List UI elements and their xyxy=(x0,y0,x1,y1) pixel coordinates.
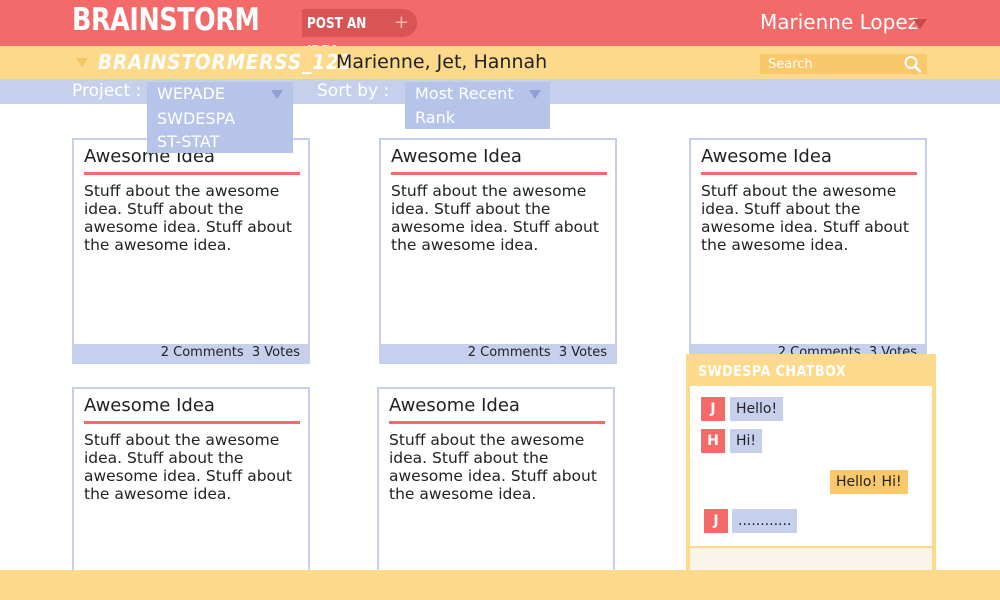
chat-input[interactable] xyxy=(690,546,932,570)
chat-message: Hello! xyxy=(730,397,784,421)
idea-footer: 2 Comments 3 Votes xyxy=(74,344,308,362)
project-option[interactable]: ST-STAT xyxy=(147,131,293,153)
app-logo[interactable]: BRAINSTORM xyxy=(72,2,260,38)
project-dropdown[interactable]: WEPADE SWDESPA ST-STAT xyxy=(147,82,293,153)
chat-message: ............ xyxy=(732,509,798,533)
idea-title[interactable]: Awesome Idea xyxy=(391,146,522,167)
search-input[interactable] xyxy=(760,54,900,74)
sort-label: Sort by : xyxy=(317,81,390,101)
votes-count[interactable]: 3 Votes xyxy=(252,345,300,360)
group-dropdown-caret-icon[interactable] xyxy=(76,58,88,67)
idea-body: Stuff about the awesome idea. Stuff abou… xyxy=(701,182,909,254)
sort-dropdown[interactable]: Most Recent Rank xyxy=(405,82,550,129)
group-members: Marienne, Jet, Hannah xyxy=(336,51,548,73)
group-bar: BRAINSTORMERSS_123 Marienne, Jet, Hannah xyxy=(0,46,1000,79)
project-label: Project : xyxy=(72,81,142,101)
idea-card[interactable]: Awesome Idea Stuff about the awesome ide… xyxy=(379,138,617,364)
title-divider xyxy=(84,172,300,175)
plus-icon: + xyxy=(393,12,409,33)
post-idea-button[interactable]: POST AN IDEA + xyxy=(302,9,417,60)
idea-body: Stuff about the awesome idea. Stuff abou… xyxy=(389,431,597,503)
title-divider xyxy=(389,421,605,424)
title-divider xyxy=(391,172,607,175)
avatar: J xyxy=(704,509,728,533)
chat-message-own: Hello! Hi! xyxy=(830,470,908,494)
top-header-bar: BRAINSTORM POST AN IDEA + Marienne Lopez xyxy=(0,0,1000,60)
chevron-down-icon[interactable] xyxy=(529,90,541,99)
sort-option[interactable]: Rank xyxy=(405,107,550,129)
avatar: J xyxy=(701,397,725,421)
idea-body: Stuff about the awesome idea. Stuff abou… xyxy=(84,182,292,254)
chatbox: SWDESPA CHATBOX J Hello! H Hi! Hello! Hi… xyxy=(686,354,936,570)
idea-footer: 2 Comments 3 Votes xyxy=(381,344,615,362)
user-menu-caret-icon[interactable] xyxy=(913,19,927,29)
idea-body: Stuff about the awesome idea. Stuff abou… xyxy=(391,182,599,254)
avatar: H xyxy=(701,429,725,453)
idea-title[interactable]: Awesome Idea xyxy=(389,395,520,416)
idea-card[interactable]: Awesome Idea Stuff about the awesome ide… xyxy=(689,138,927,364)
search-icon[interactable] xyxy=(903,55,923,73)
group-name[interactable]: BRAINSTORMERSS_123 xyxy=(98,50,353,74)
bottom-bar xyxy=(0,570,1000,600)
search-box xyxy=(760,54,927,74)
idea-title[interactable]: Awesome Idea xyxy=(701,146,832,167)
votes-count[interactable]: 3 Votes xyxy=(559,345,607,360)
title-divider xyxy=(84,421,300,424)
idea-card[interactable]: Awesome Idea Stuff about the awesome ide… xyxy=(72,387,310,587)
title-divider xyxy=(701,172,917,175)
chatbox-title[interactable]: SWDESPA CHATBOX xyxy=(698,362,846,380)
comments-count[interactable]: 2 Comments xyxy=(161,345,244,360)
chevron-down-icon[interactable] xyxy=(271,90,283,99)
comments-count[interactable]: 2 Comments xyxy=(468,345,551,360)
idea-card[interactable]: Awesome Idea Stuff about the awesome ide… xyxy=(377,387,615,587)
user-name[interactable]: Marienne Lopez xyxy=(760,10,918,34)
idea-body: Stuff about the awesome idea. Stuff abou… xyxy=(84,431,292,503)
chat-messages: J Hello! H Hi! Hello! Hi! J ............ xyxy=(690,386,932,566)
chat-message: Hi! xyxy=(730,429,763,453)
project-option[interactable]: SWDESPA xyxy=(147,107,293,131)
idea-title[interactable]: Awesome Idea xyxy=(84,395,215,416)
idea-card[interactable]: Awesome Idea Stuff about the awesome ide… xyxy=(72,138,310,364)
